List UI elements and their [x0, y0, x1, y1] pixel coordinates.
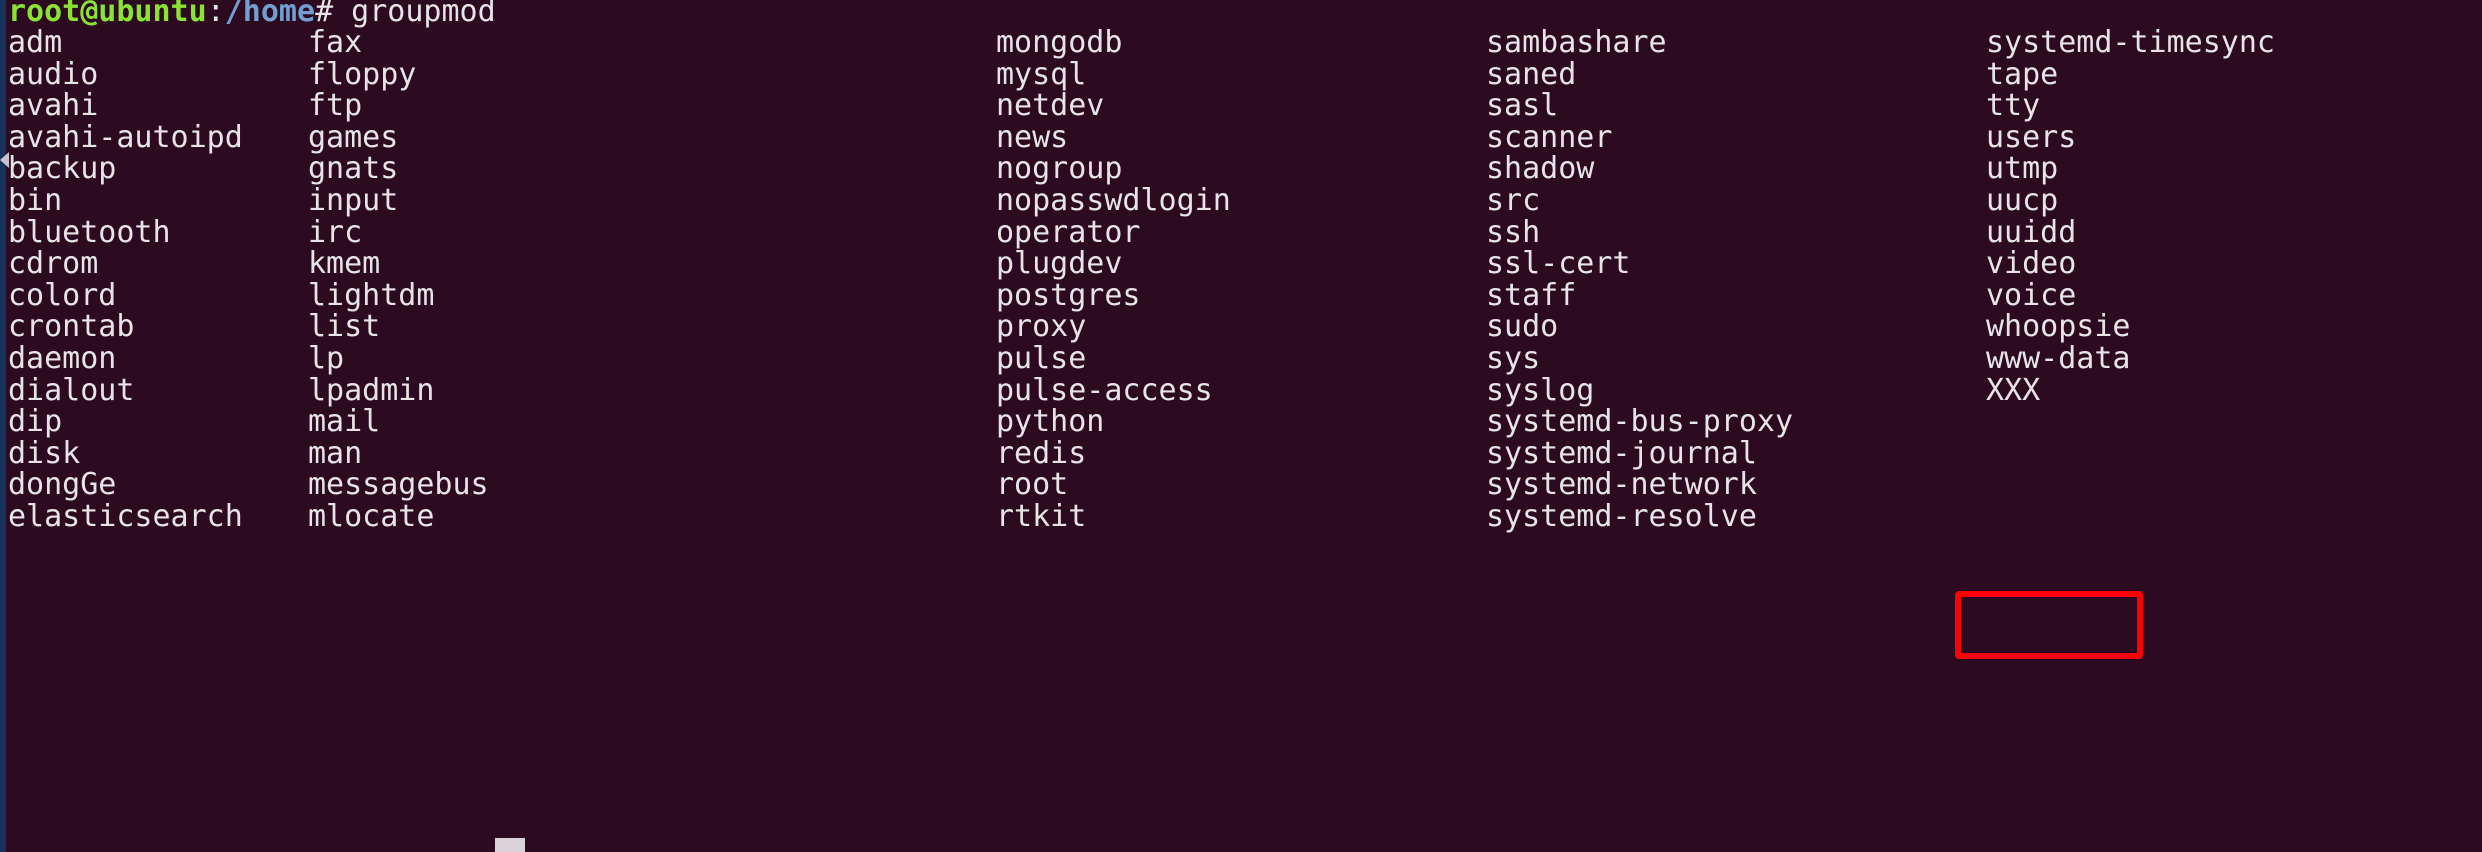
- group-name-item: systemd-network: [1486, 467, 1757, 503]
- group-name-item: gnats: [308, 151, 399, 187]
- group-name-item: postgres: [996, 277, 1141, 313]
- group-name-item: ssh: [1486, 214, 1541, 250]
- block-cursor: [495, 838, 525, 852]
- prompt-path: /home: [224, 0, 316, 29]
- group-name-item: dip: [8, 404, 63, 440]
- group-name-item: plugdev: [996, 246, 1123, 282]
- group-name-item: rtkit: [996, 498, 1087, 534]
- group-name-item: bluetooth: [8, 214, 171, 250]
- group-name-item: users: [1986, 119, 2077, 155]
- group-name-item: bin: [8, 182, 63, 218]
- group-list-column-1: adm audio avahi avahi-autoipd backup bin bluet…: [8, 27, 243, 533]
- group-name-item: www-data: [1986, 340, 2131, 376]
- group-name-item: sys: [1486, 340, 1541, 376]
- group-name-item: python: [996, 404, 1105, 440]
- xxx-highlight-box: [1955, 591, 2143, 659]
- group-name-item: uucp: [1986, 182, 2059, 218]
- group-list-column-3: mongodb mysql netdev news nogroup nopasswdlog…: [996, 27, 1231, 533]
- group-name-item: video: [1986, 246, 2077, 282]
- group-name-item: lp: [308, 340, 345, 376]
- group-list-column-4: sambashare saned sasl scanner shadow src ssh ss…: [1486, 27, 1793, 533]
- group-name-item: mongodb: [996, 25, 1123, 60]
- group-name-item: XXX: [1986, 372, 2041, 408]
- group-name-item: pulse: [996, 340, 1087, 376]
- group-name-item: mlocate: [308, 498, 435, 534]
- group-name-item: avahi-autoipd: [8, 119, 243, 155]
- group-name-item: netdev: [996, 88, 1105, 124]
- group-name-item: daemon: [8, 340, 117, 376]
- group-name-item: cdrom: [8, 246, 99, 282]
- group-name-item: pulse-access: [996, 372, 1213, 408]
- group-name-item: news: [996, 119, 1069, 155]
- group-name-item: backup: [8, 151, 117, 187]
- prompt-separator: :: [206, 0, 225, 29]
- group-name-item: voice: [1986, 277, 2077, 313]
- group-name-item: tape: [1986, 56, 2059, 92]
- group-list-column-2: fax floppy ftp games gnats input irc kmem lightd…: [308, 27, 489, 533]
- group-name-item: disk: [8, 435, 81, 471]
- group-name-item: games: [308, 119, 399, 155]
- group-name-item: dongGe: [8, 467, 117, 503]
- prompt-line: root@ubuntu:/home# groupmod: [8, 0, 496, 28]
- group-name-item: mail: [308, 404, 381, 440]
- group-name-item: adm: [8, 25, 63, 60]
- group-name-item: utmp: [1986, 151, 2059, 187]
- group-name-item: systemd-timesync: [1986, 25, 2275, 60]
- group-name-item: sudo: [1486, 309, 1559, 345]
- group-name-item: systemd-resolve: [1486, 498, 1757, 534]
- group-name-item: whoopsie: [1986, 309, 2131, 345]
- group-name-item: fax: [308, 25, 363, 60]
- group-name-item: systemd-journal: [1486, 435, 1757, 471]
- group-name-item: lpadmin: [308, 372, 435, 408]
- scrollbar-track[interactable]: [0, 0, 6, 852]
- group-name-item: src: [1486, 182, 1541, 218]
- group-name-item: kmem: [308, 246, 381, 282]
- group-name-item: ssl-cert: [1486, 246, 1631, 282]
- group-name-item: list: [308, 309, 381, 345]
- group-name-item: shadow: [1486, 151, 1595, 187]
- group-name-item: root: [996, 467, 1069, 503]
- group-name-item: messagebus: [308, 467, 489, 503]
- group-name-item: crontab: [8, 309, 135, 345]
- group-name-item: operator: [996, 214, 1141, 250]
- group-name-item: scanner: [1486, 119, 1613, 155]
- group-name-item: redis: [996, 435, 1087, 471]
- group-name-item: sambashare: [1486, 25, 1667, 60]
- group-name-item: colord: [8, 277, 117, 313]
- terminal-window[interactable]: root@ubuntu:/home# groupmod adm audio avah…: [0, 0, 2482, 852]
- group-name-item: saned: [1486, 56, 1577, 92]
- group-name-item: staff: [1486, 277, 1577, 313]
- group-name-item: systemd-bus-proxy: [1486, 404, 1794, 440]
- group-name-item: ftp: [308, 88, 363, 124]
- group-name-item: proxy: [996, 309, 1087, 345]
- group-name-item: elasticsearch: [8, 498, 243, 534]
- group-name-item: tty: [1986, 88, 2041, 124]
- group-name-item: sasl: [1486, 88, 1559, 124]
- group-name-item: lightdm: [308, 277, 435, 313]
- group-name-item: input: [308, 182, 399, 218]
- group-name-item: avahi: [8, 88, 99, 124]
- group-name-item: irc: [308, 214, 363, 250]
- group-name-item: nopasswdlogin: [996, 182, 1231, 218]
- group-name-item: nogroup: [996, 151, 1123, 187]
- group-name-item: audio: [8, 56, 99, 92]
- group-name-item: dialout: [8, 372, 135, 408]
- group-list-column-5: systemd-timesync tape tty users utmp uucp uuid…: [1986, 27, 2275, 406]
- group-name-item: syslog: [1486, 372, 1595, 408]
- group-name-item: mysql: [996, 56, 1087, 92]
- group-name-item: man: [308, 435, 363, 471]
- group-name-item: floppy: [308, 56, 417, 92]
- group-name-item: uuidd: [1986, 214, 2077, 250]
- scrollbar-thumb[interactable]: [0, 0, 6, 852]
